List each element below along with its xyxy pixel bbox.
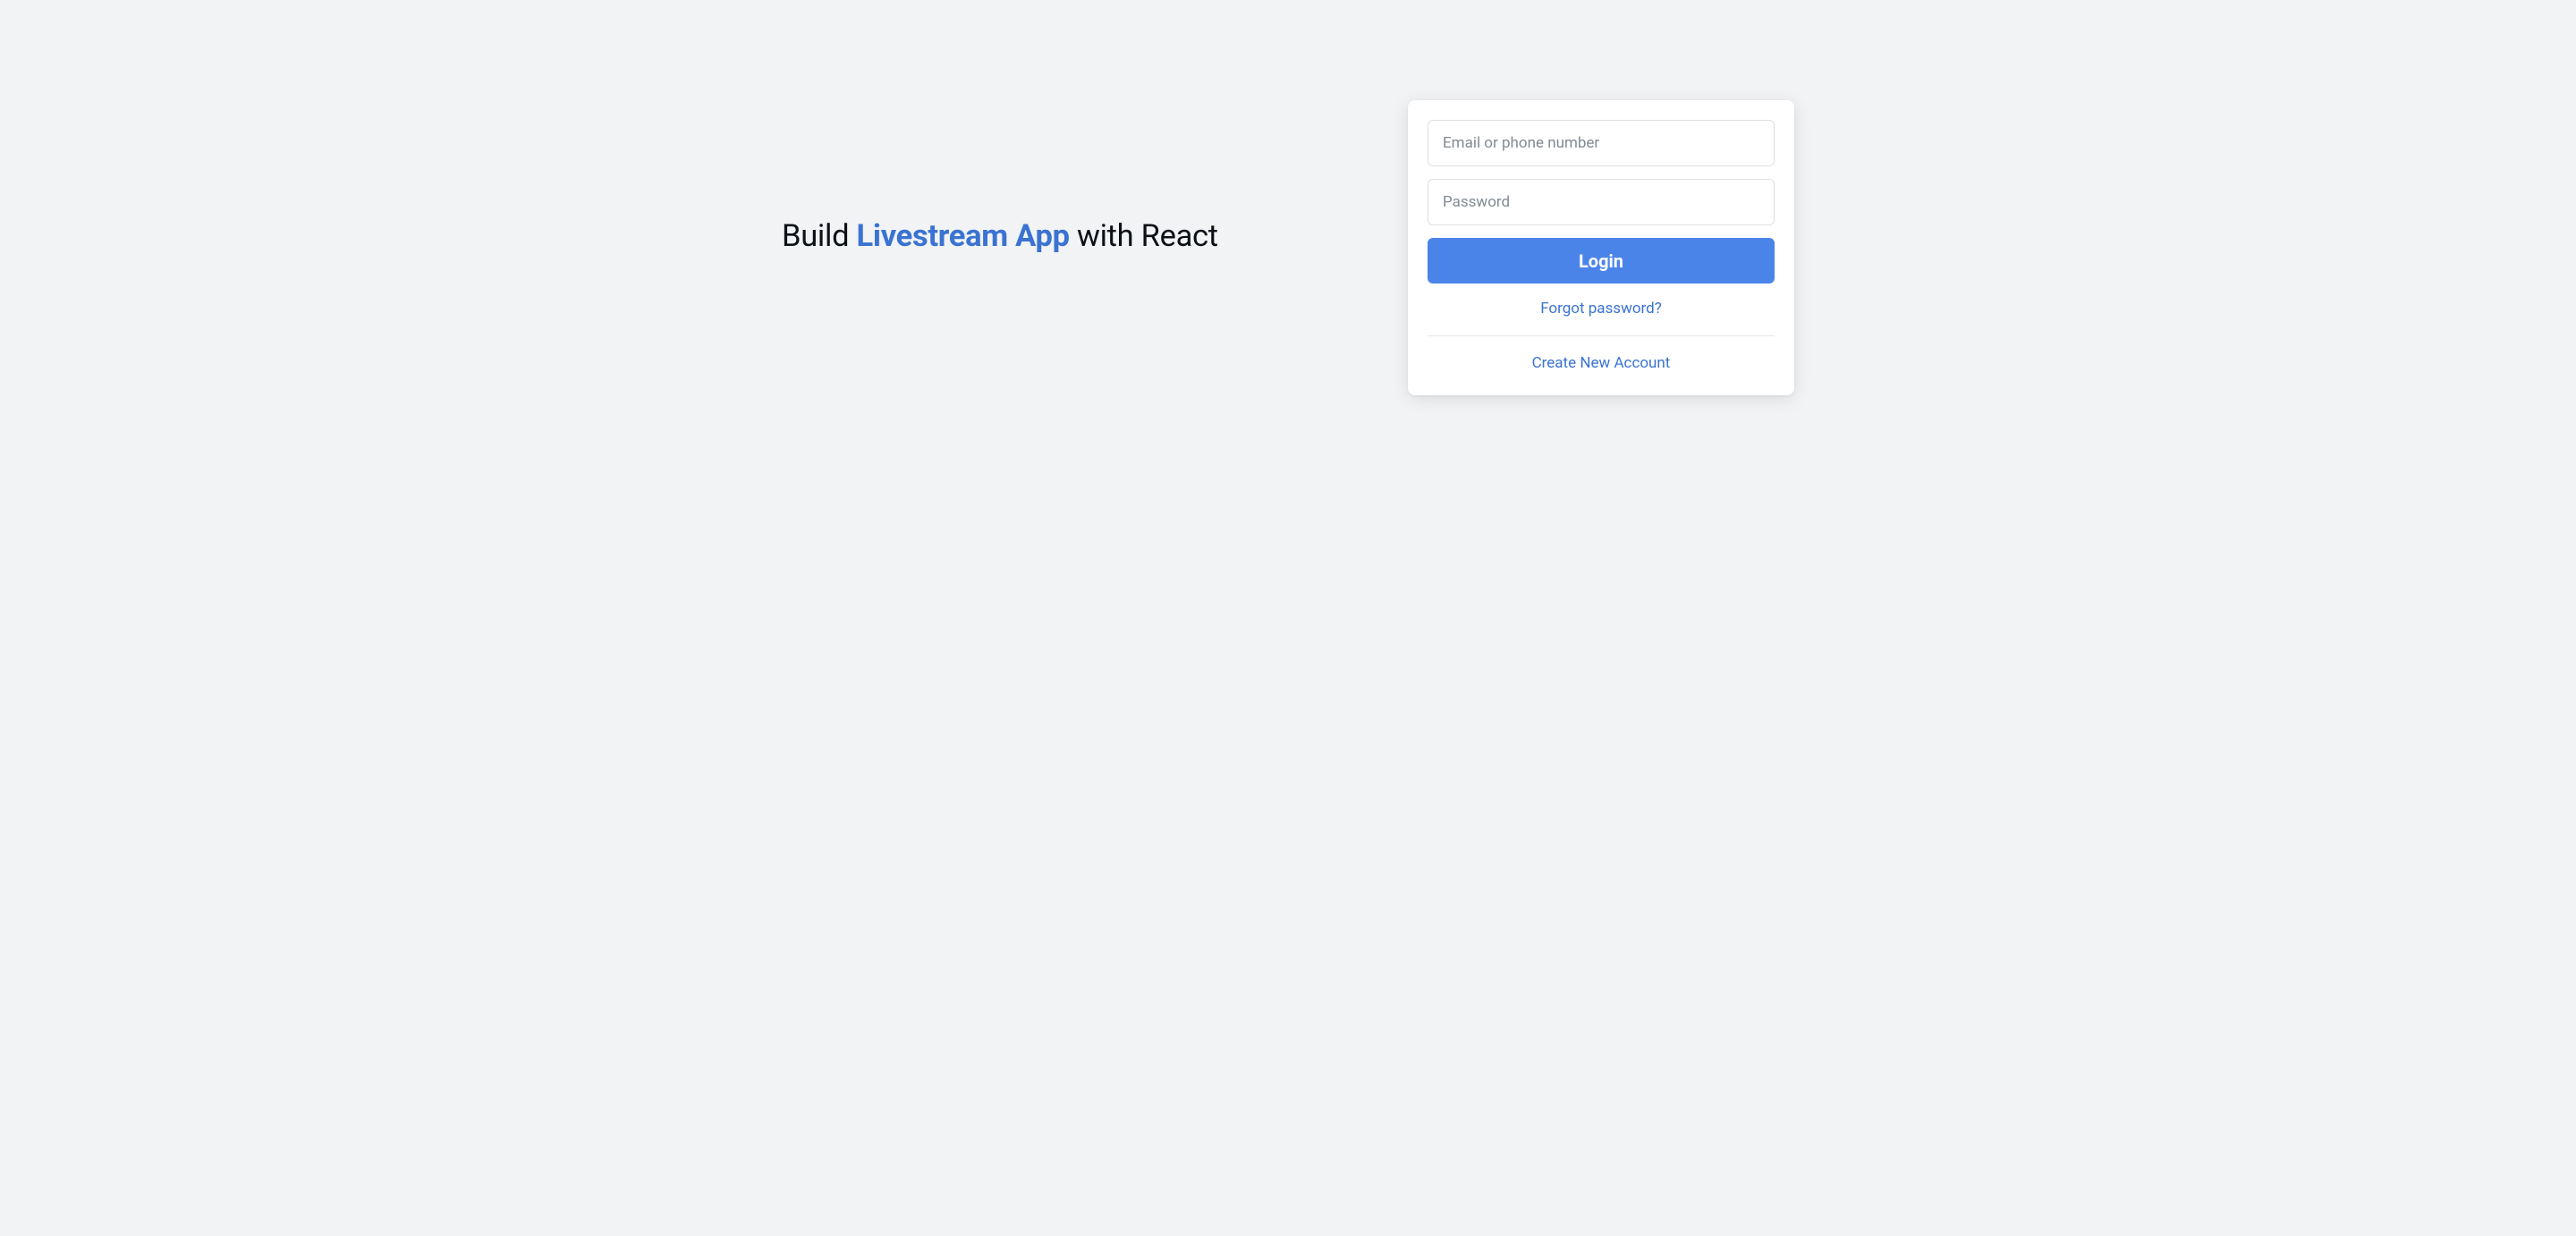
login-button[interactable]: Login (1428, 238, 1775, 284)
heading-prefix: Build (782, 218, 857, 254)
create-account-link[interactable]: Create New Account (1428, 354, 1775, 376)
password-input[interactable] (1428, 179, 1775, 225)
login-card: Login Forgot password? Create New Accoun… (1408, 100, 1794, 395)
heading-suffix: with React (1070, 218, 1218, 254)
headline-section: Build Livestream App with React (782, 100, 1336, 257)
login-section: Login Forgot password? Create New Accoun… (1408, 100, 1794, 395)
page-heading: Build Livestream App with React (782, 216, 1336, 257)
forgot-password-link[interactable]: Forgot password? (1428, 300, 1775, 317)
email-input[interactable] (1428, 120, 1775, 166)
divider (1428, 335, 1775, 336)
heading-highlight: Livestream App (857, 218, 1070, 254)
page-container: Build Livestream App with React Login Fo… (662, 0, 1914, 395)
